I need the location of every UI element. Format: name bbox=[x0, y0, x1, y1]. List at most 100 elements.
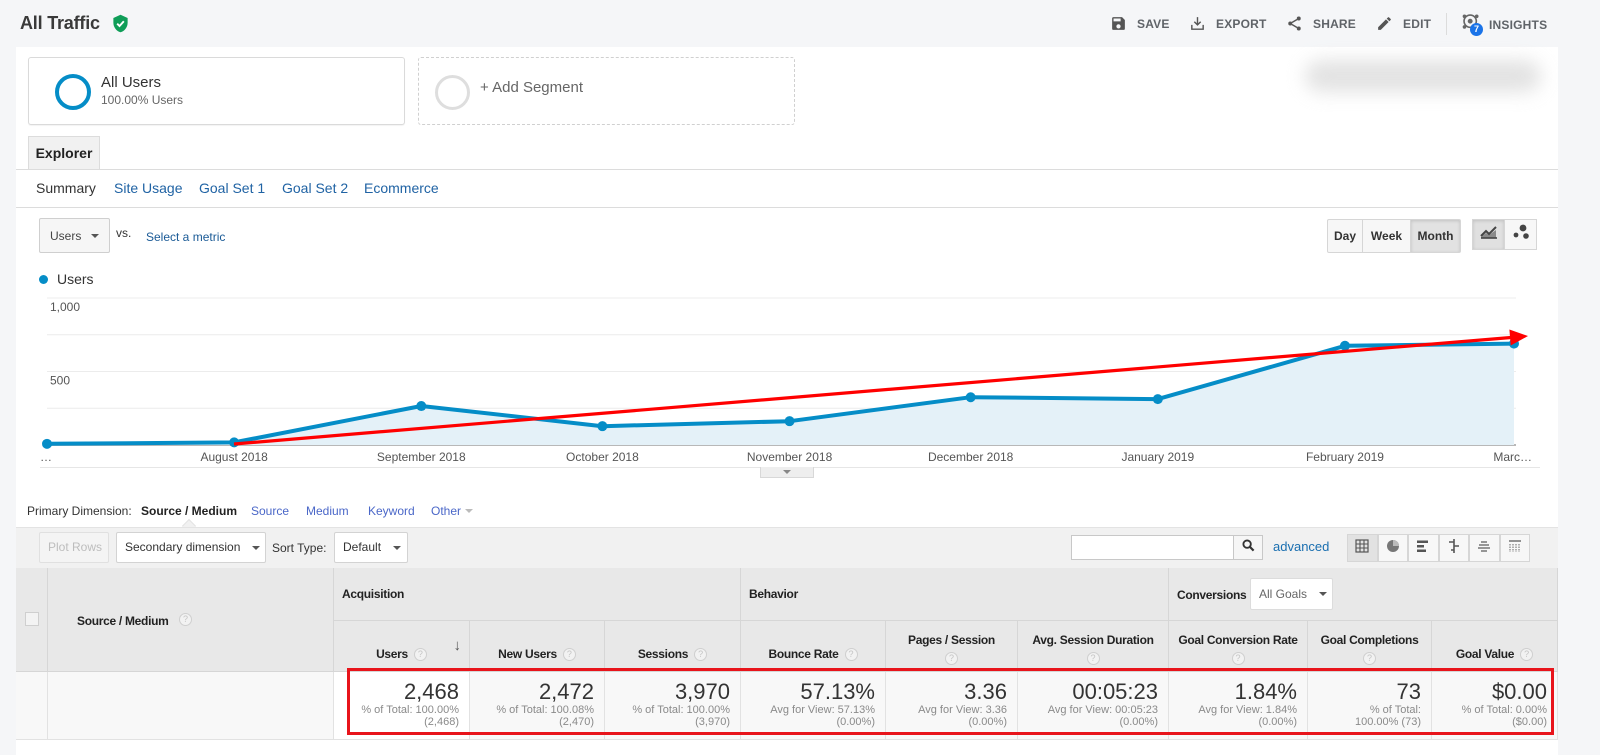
view-comparison-button[interactable] bbox=[1438, 534, 1469, 562]
column-header-goal-value[interactable]: Goal Value ? bbox=[1432, 621, 1558, 672]
dimension-header-label: Source / Medium bbox=[77, 614, 169, 628]
motion-chart-button[interactable] bbox=[1504, 219, 1537, 250]
data-point-users-2018-12-01[interactable] bbox=[965, 392, 976, 403]
view-term-cloud-button[interactable] bbox=[1469, 534, 1500, 562]
column-header-users[interactable]: Users ? ↓ bbox=[334, 621, 470, 672]
granularity-month[interactable]: Month bbox=[1410, 219, 1461, 253]
goal-select-dropdown[interactable]: All Goals bbox=[1250, 578, 1333, 610]
sort-type-dropdown[interactable]: Default bbox=[334, 532, 408, 563]
export-label: EXPORT bbox=[1216, 16, 1267, 31]
line-chart-button[interactable] bbox=[1472, 219, 1505, 250]
tab-explorer[interactable]: Explorer bbox=[28, 136, 100, 170]
subtab-summary[interactable]: Summary bbox=[36, 180, 96, 196]
save-button[interactable]: SAVE bbox=[1110, 15, 1170, 32]
add-segment-button[interactable]: + Add Segment bbox=[418, 57, 795, 125]
help-icon[interactable]: ? bbox=[1363, 652, 1376, 665]
column-label: Users bbox=[376, 647, 408, 661]
save-label: SAVE bbox=[1137, 16, 1170, 31]
column-header-bounce-rate[interactable]: Bounce Rate ? bbox=[741, 621, 886, 672]
segment-detail: 100.00% Users bbox=[101, 93, 184, 107]
dimension-source[interactable]: Source bbox=[251, 504, 289, 518]
granularity-week[interactable]: Week bbox=[1362, 219, 1411, 253]
segment-all-users[interactable]: All Users 100.00% Users bbox=[28, 57, 405, 125]
primary-dimension-active[interactable]: Source / Medium bbox=[141, 504, 237, 518]
view-data-table-button[interactable] bbox=[1347, 534, 1378, 562]
help-icon[interactable]: ? bbox=[413, 648, 427, 661]
comparison-icon bbox=[1447, 538, 1461, 558]
data-table-icon bbox=[1355, 538, 1369, 558]
plot-rows-button[interactable]: Plot Rows bbox=[39, 532, 109, 563]
x-tick-label: October 2018 bbox=[566, 450, 639, 464]
help-icon[interactable]: ? bbox=[844, 648, 858, 661]
x-tick-label: … bbox=[40, 450, 52, 464]
column-header-pages-per-session[interactable]: Pages / Session ? bbox=[886, 621, 1018, 672]
column-label: Pages / Session bbox=[908, 633, 995, 647]
table-search-button[interactable] bbox=[1233, 535, 1263, 560]
view-percentage-button[interactable] bbox=[1377, 534, 1408, 562]
x-tick-label: September 2018 bbox=[377, 450, 466, 464]
help-icon[interactable]: ? bbox=[694, 648, 708, 661]
sort-descending-icon[interactable]: ↓ bbox=[454, 637, 462, 654]
column-label: Bounce Rate bbox=[768, 647, 839, 661]
export-button[interactable]: EXPORT bbox=[1189, 15, 1267, 32]
chart-collapse-handle[interactable] bbox=[760, 467, 814, 478]
dimension-other-dropdown[interactable]: Other bbox=[431, 504, 474, 518]
subtab-ecommerce[interactable]: Ecommerce bbox=[364, 180, 439, 196]
granularity-day[interactable]: Day bbox=[1327, 219, 1363, 253]
chevron-down-icon bbox=[91, 233, 100, 238]
column-header-new-users[interactable]: New Users ? bbox=[470, 621, 605, 672]
subtab-goal-set-1[interactable]: Goal Set 1 bbox=[199, 180, 265, 196]
performance-icon bbox=[1416, 539, 1430, 558]
help-icon[interactable]: ? bbox=[1231, 652, 1245, 665]
data-point-users-2018-07-01[interactable] bbox=[42, 438, 52, 449]
data-point-users-2018-11-01[interactable] bbox=[784, 416, 795, 427]
table-search-input[interactable] bbox=[1071, 535, 1234, 560]
view-performance-button[interactable] bbox=[1408, 534, 1439, 562]
data-point-users-2019-01-01[interactable] bbox=[1152, 394, 1163, 405]
dimension-medium[interactable]: Medium bbox=[306, 504, 349, 518]
x-tick-label: December 2018 bbox=[928, 450, 1014, 464]
secondary-dimension-dropdown[interactable]: Secondary dimension bbox=[116, 532, 266, 563]
dimension-other-label: Other bbox=[431, 504, 462, 518]
metric-dropdown[interactable]: Users bbox=[39, 218, 110, 253]
share-button[interactable]: SHARE bbox=[1286, 15, 1356, 32]
x-tick-label: November 2018 bbox=[747, 450, 833, 464]
advanced-filter-link[interactable]: advanced bbox=[1273, 539, 1329, 554]
secondary-dimension-label: Secondary dimension bbox=[125, 540, 241, 554]
dimension-header-cell[interactable]: Source / Medium ? bbox=[48, 568, 334, 672]
help-icon[interactable]: ? bbox=[562, 648, 576, 661]
edit-button[interactable]: EDIT bbox=[1376, 15, 1431, 32]
y-tick-label: 1,000 bbox=[50, 300, 80, 314]
column-header-goal-conversion-rate[interactable]: Goal Conversion Rate ? bbox=[1169, 621, 1308, 672]
sort-type-label: Sort Type: bbox=[272, 541, 327, 555]
chevron-down-icon bbox=[252, 545, 261, 550]
totals-checkbox-cell bbox=[16, 672, 48, 740]
redacted-area bbox=[1305, 60, 1541, 92]
column-label: Goal Conversion Rate bbox=[1178, 633, 1298, 647]
pivot-icon bbox=[1508, 539, 1522, 558]
search-icon bbox=[1241, 538, 1255, 557]
help-icon[interactable]: ? bbox=[1086, 652, 1100, 665]
select-metric-link[interactable]: Select a metric bbox=[146, 230, 225, 244]
data-point-users-2019-02-01[interactable] bbox=[1339, 340, 1350, 351]
dimension-keyword[interactable]: Keyword bbox=[368, 504, 415, 518]
view-pivot-button[interactable] bbox=[1499, 534, 1530, 562]
x-tick-label: August 2018 bbox=[200, 450, 268, 464]
column-header-goal-completions[interactable]: Goal Completions ? bbox=[1308, 621, 1432, 672]
column-header-sessions[interactable]: Sessions ? bbox=[605, 621, 741, 672]
insights-button[interactable]: 7 INSIGHTS bbox=[1461, 13, 1547, 37]
subtab-goal-set-2[interactable]: Goal Set 2 bbox=[282, 180, 348, 196]
help-icon[interactable]: ? bbox=[179, 613, 192, 626]
select-all-checkbox[interactable] bbox=[25, 612, 39, 626]
insights-icon: 7 bbox=[1461, 13, 1483, 37]
data-point-users-2018-10-01[interactable] bbox=[597, 421, 608, 432]
chevron-down-icon bbox=[1319, 592, 1328, 596]
share-icon bbox=[1286, 15, 1303, 32]
legend-label[interactable]: Users bbox=[57, 271, 94, 287]
pencil-icon bbox=[1376, 15, 1393, 32]
column-header-avg-session-duration[interactable]: Avg. Session Duration ? bbox=[1018, 621, 1169, 672]
data-point-users-2018-09-01[interactable] bbox=[416, 401, 427, 412]
help-icon[interactable]: ? bbox=[1520, 648, 1534, 661]
subtab-site-usage[interactable]: Site Usage bbox=[114, 180, 182, 196]
help-icon[interactable]: ? bbox=[945, 652, 958, 665]
